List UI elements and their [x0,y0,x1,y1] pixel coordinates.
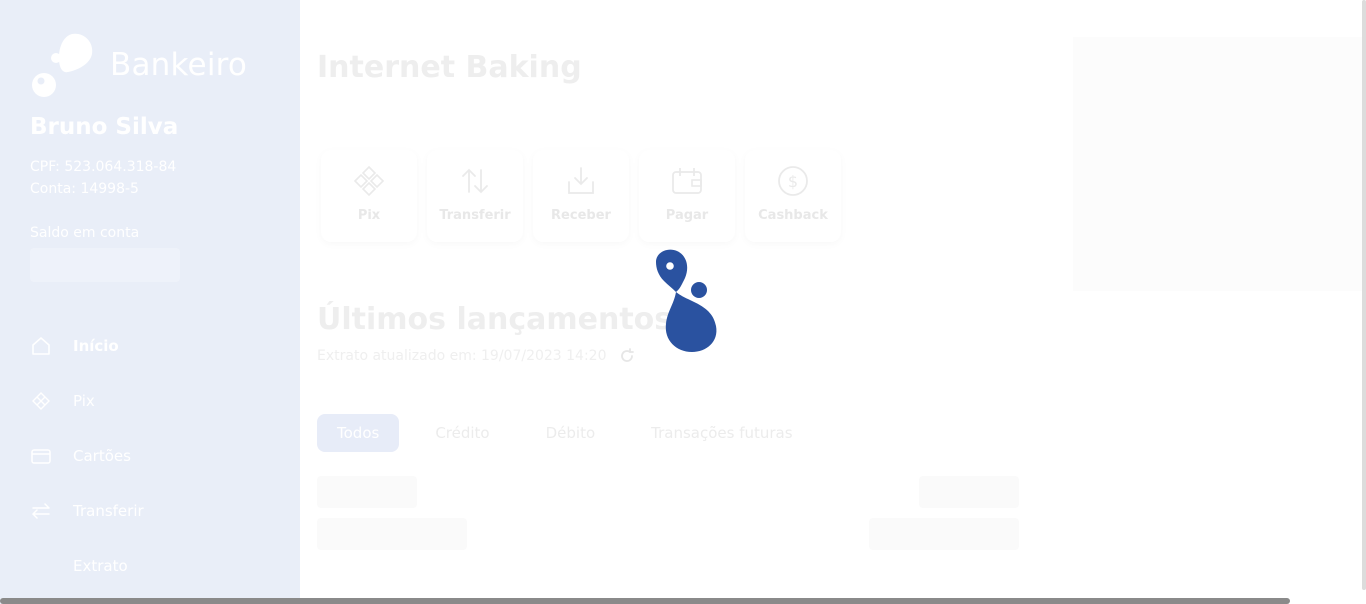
svg-text:$: $ [788,172,798,191]
dollar-circle-icon: $ [778,166,808,196]
action-pagar-button[interactable]: Pagar [639,150,735,242]
transfer-icon [462,168,488,194]
transaction-skeleton-amount [919,476,1019,508]
card-icon [30,445,52,467]
quick-actions: Pix Transferir Receber Pagar $ Cashback [321,150,841,242]
sidebar-item-label: Transferir [73,501,144,520]
sidebar-item-label: Cartões [73,446,131,465]
filter-todos[interactable]: Todos [317,414,400,452]
action-label: Pagar [665,208,709,223]
transfer-arrows-icon [30,500,52,522]
sidebar-item-label: Extrato [73,556,128,575]
action-label: Pix [357,208,381,223]
pix-icon [30,390,52,412]
wallet-icon [672,168,702,194]
action-label: Cashback [758,208,828,223]
sidebar-item-pix[interactable]: Pix [30,373,280,428]
user-name: Bruno Silva [30,114,179,140]
sidebar-item-inicio[interactable]: Início [30,318,280,373]
action-receber-button[interactable]: Receber [533,150,629,242]
statement-updated: Extrato atualizado em: 19/07/2023 14:20 [317,348,635,364]
statement-updated-text: Extrato atualizado em: 19/07/2023 14:20 [317,348,607,364]
pix-icon [353,165,385,197]
statement-title: Últimos lançamentos [317,302,673,337]
transaction-skeleton-description [317,518,467,550]
user-cpf: CPF: 523.064.318-84 [30,159,177,175]
extrato-icon [30,555,52,577]
page-title: Internet Baking [317,50,582,85]
user-conta: Conta: 14998-5 [30,181,139,197]
sidebar-nav: Início Pix Cartões Transferir Extrato [30,318,280,593]
action-label: Transferir [439,208,511,223]
horizontal-scrollbar[interactable] [0,598,1290,604]
vertical-scrollbar[interactable] [1362,0,1366,590]
refresh-icon[interactable] [619,348,635,364]
sidebar-item-extrato[interactable]: Extrato [30,538,280,593]
bankeiro-loading-icon [656,249,717,352]
action-cashback-button[interactable]: $ Cashback [745,150,841,242]
sidebar-item-cartoes[interactable]: Cartões [30,428,280,483]
action-pix-button[interactable]: Pix [321,150,417,242]
app-root: Bankeiro Bruno Silva CPF: 523.064.318-84… [0,0,1366,604]
action-transferir-button[interactable]: Transferir [427,150,523,242]
saldo-label: Saldo em conta [30,225,140,241]
filter-transacoes-futuras[interactable]: Transações futuras [631,414,813,452]
bankeiro-logo-icon [32,33,93,97]
filter-credito[interactable]: Crédito [415,414,510,452]
home-icon [30,335,52,357]
filter-debito[interactable]: Débito [525,414,616,452]
brand: Bankeiro [30,32,247,98]
sidebar: Bankeiro Bruno Silva CPF: 523.064.318-84… [0,0,300,604]
sidebar-item-label: Pix [73,391,95,410]
transaction-skeleton-date [317,476,417,508]
main-content: Internet Baking Pix Transferir Receber P… [300,0,1366,604]
brand-name: Bankeiro [110,47,248,83]
action-label: Receber [551,208,611,223]
transaction-skeleton-value [869,518,1019,550]
receive-icon [568,167,594,194]
sidebar-item-transferir[interactable]: Transferir [30,483,280,538]
saldo-value-skeleton [30,248,180,282]
right-panel-skeleton [1073,37,1366,291]
sidebar-item-label: Início [73,336,119,355]
statement-filters: Todos Crédito Débito Transações futuras [317,414,813,452]
